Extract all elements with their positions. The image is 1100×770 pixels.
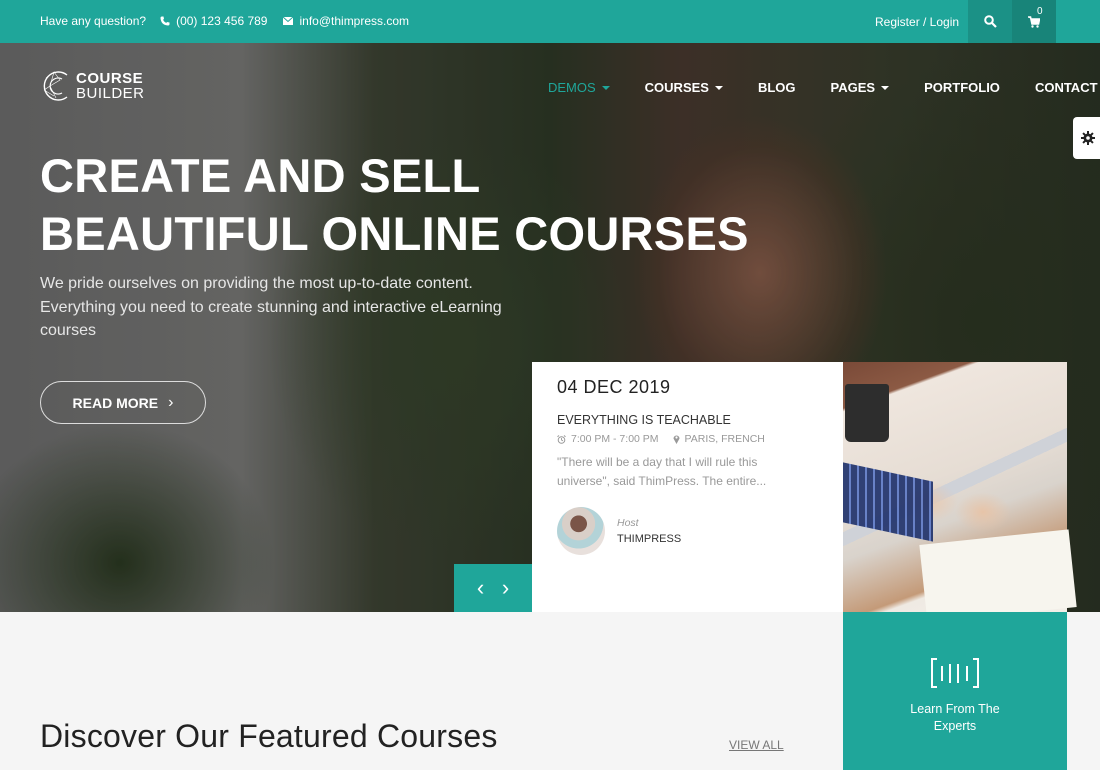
nav-item-pages[interactable]: PAGES	[831, 80, 890, 95]
host-label: Host	[617, 517, 639, 529]
hero-title: CREATE AND SELL BEAUTIFUL ONLINE COURSES	[40, 147, 749, 263]
nav-label: PORTFOLIO	[924, 80, 1000, 95]
gear-icon	[1081, 131, 1095, 145]
chevron-right-icon: ›	[168, 393, 174, 411]
event-meta: 7:00 PM - 7:00 PM PARIS, FRENCH	[557, 433, 818, 445]
event-image	[843, 362, 1077, 612]
feature-box-experts[interactable]: Learn From The Experts	[843, 612, 1067, 770]
search-button[interactable]	[968, 0, 1012, 43]
cart-icon	[1028, 15, 1040, 28]
phone-number: (00) 123 456 789	[176, 14, 268, 28]
register-login-link[interactable]: Register / Login	[875, 15, 959, 29]
read-more-label: READ MORE	[72, 394, 159, 411]
host-avatar	[557, 507, 605, 555]
event-description: "There will be a day that I will rule th…	[557, 455, 767, 488]
nav-label: COURSES	[644, 80, 709, 95]
cart-button[interactable]: 0	[1012, 0, 1056, 43]
logo-mark-icon	[43, 71, 68, 101]
prev-slide-button[interactable]: ‹	[477, 577, 484, 599]
feature-label: Learn From The Experts	[843, 701, 1067, 735]
question-text: Have any question?	[40, 14, 147, 28]
caret-down-icon	[714, 85, 723, 90]
hero-subtitle: We pride ourselves on providing the most…	[40, 275, 502, 339]
settings-panel-toggle[interactable]	[1073, 117, 1100, 159]
feature-icon-wrapper	[843, 658, 1067, 693]
caret-down-icon	[601, 85, 610, 90]
main-nav: DEMOS COURSES BLOG PAGES PORTFOLIO CONTA…	[548, 80, 1098, 95]
logo-line-1: COURSE	[76, 70, 144, 87]
read-more-button[interactable]: READ MORE ›	[40, 381, 206, 424]
nav-label: CONTACT	[1034, 80, 1098, 95]
event-date: 04 DEC 2019	[557, 377, 671, 397]
feature-label-text: Learn From The Experts	[910, 702, 1000, 733]
cup-shape	[845, 384, 889, 442]
host-name: THIMPRESS	[617, 533, 682, 545]
envelope-icon	[283, 17, 294, 25]
email-address: info@thimpress.com	[299, 14, 410, 28]
featured-courses-title: Discover Our Featured Courses	[40, 718, 498, 754]
nav-item-portfolio[interactable]: PORTFOLIO	[924, 80, 1000, 95]
barcode-bracket-icon	[931, 658, 979, 688]
hero-title-line-1: CREATE AND SELL	[40, 149, 481, 202]
nav-label: PAGES	[830, 80, 876, 95]
email-contact[interactable]: info@thimpress.com	[283, 14, 409, 28]
next-slide-button[interactable]: ›	[502, 577, 509, 599]
caret-down-icon	[881, 85, 890, 90]
event-card[interactable]: 04 DEC 2019 EVERYTHING IS TEACHABLE 7:00…	[532, 362, 843, 612]
keyboard-shape	[843, 462, 933, 542]
nav-item-contact[interactable]: CONTACT	[1035, 80, 1098, 95]
hero-title-line-2: BEAUTIFUL ONLINE COURSES	[40, 207, 749, 260]
notebook-shape	[919, 529, 1077, 612]
nav-item-demos[interactable]: DEMOS	[548, 80, 610, 95]
nav-item-blog[interactable]: BLOG	[758, 80, 796, 95]
phone-icon	[160, 16, 170, 26]
slider-nav: ‹ ›	[454, 564, 532, 612]
search-icon	[983, 15, 997, 28]
nav-item-courses[interactable]: COURSES	[645, 80, 723, 95]
nav-label: DEMOS	[548, 80, 596, 95]
event-location: PARIS, FRENCH	[684, 433, 765, 445]
view-all-link[interactable]: VIEW ALL	[729, 738, 784, 752]
event-title[interactable]: EVERYTHING IS TEACHABLE	[557, 413, 818, 427]
top-bar: Have any question? (00) 123 456 789 info…	[0, 0, 1100, 43]
logo-line-2: BUILDER	[76, 85, 145, 102]
nav-label: BLOG	[757, 80, 796, 95]
hero-banner: COURSE BUILDER DEMOS COURSES BLOG PAGES …	[0, 43, 1100, 612]
alarm-clock-icon	[557, 434, 566, 444]
cart-count-badge: 0	[1037, 6, 1043, 17]
map-pin-icon	[673, 435, 680, 444]
event-time: 7:00 PM - 7:00 PM	[571, 433, 659, 445]
event-host: Host THIMPRESS	[557, 507, 818, 555]
site-logo[interactable]: COURSE BUILDER	[40, 68, 145, 104]
phone-contact[interactable]: (00) 123 456 789	[160, 14, 267, 28]
